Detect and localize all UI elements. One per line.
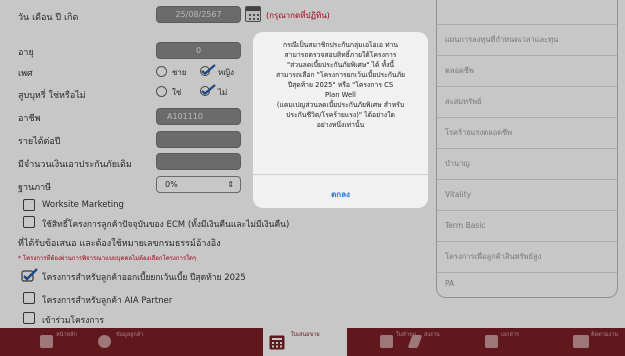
dialog-message: กรณีเป็นสมาชิกประกันกลุ่มเอไอเอ ท่าน สาม… — [275, 41, 406, 129]
alert-dialog: กรณีเป็นสมาชิกประกันกลุ่มเอไอเอ ท่าน สาม… — [253, 32, 428, 208]
dialog-divider — [253, 174, 428, 175]
quotation-screen: วัน เดือน ปี เกิด 25/08/2567 (กรุณากดที่… — [0, 0, 625, 356]
ok-button[interactable]: ตกลง — [253, 188, 428, 208]
